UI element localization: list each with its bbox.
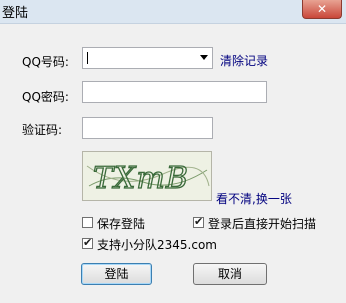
title-bar: 登陆 ✕ bbox=[0, 0, 346, 24]
close-icon: ✕ bbox=[316, 2, 328, 16]
clear-record-link[interactable]: 清除记录 bbox=[220, 52, 268, 69]
text-caret bbox=[87, 52, 88, 64]
checkmark-icon: ✔ bbox=[194, 215, 204, 228]
cancel-button[interactable]: 取消 bbox=[193, 263, 267, 285]
support-team-label[interactable]: 支持小分队2345.com bbox=[97, 236, 217, 253]
captcha-image[interactable]: TXmB bbox=[82, 151, 212, 201]
captcha-text: TXmB bbox=[93, 161, 189, 196]
captcha-label: 验证码: bbox=[22, 123, 63, 137]
save-login-label[interactable]: 保存登陆 bbox=[97, 215, 145, 232]
chevron-down-icon[interactable] bbox=[200, 55, 208, 60]
qq-number-label: QQ号码: bbox=[22, 55, 69, 69]
captcha-graphic: TXmB bbox=[86, 160, 210, 197]
refresh-captcha-link[interactable]: 看不清,换一张 bbox=[216, 190, 292, 207]
save-login-checkbox[interactable] bbox=[82, 217, 93, 228]
checkmark-icon: ✔ bbox=[83, 236, 93, 249]
login-button[interactable]: 登陆 bbox=[81, 263, 152, 285]
support-team-checkbox[interactable]: ✔ bbox=[82, 236, 93, 249]
qq-password-label: QQ密码: bbox=[22, 90, 69, 104]
window-title: 登陆 bbox=[2, 6, 29, 21]
auto-scan-checkbox[interactable]: ✔ bbox=[193, 215, 204, 228]
qq-number-combobox[interactable] bbox=[82, 47, 213, 69]
close-button[interactable]: ✕ bbox=[302, 0, 342, 19]
qq-password-input[interactable] bbox=[82, 81, 267, 103]
auto-scan-label[interactable]: 登录后直接开始扫描 bbox=[208, 215, 316, 232]
captcha-input[interactable] bbox=[82, 117, 213, 139]
